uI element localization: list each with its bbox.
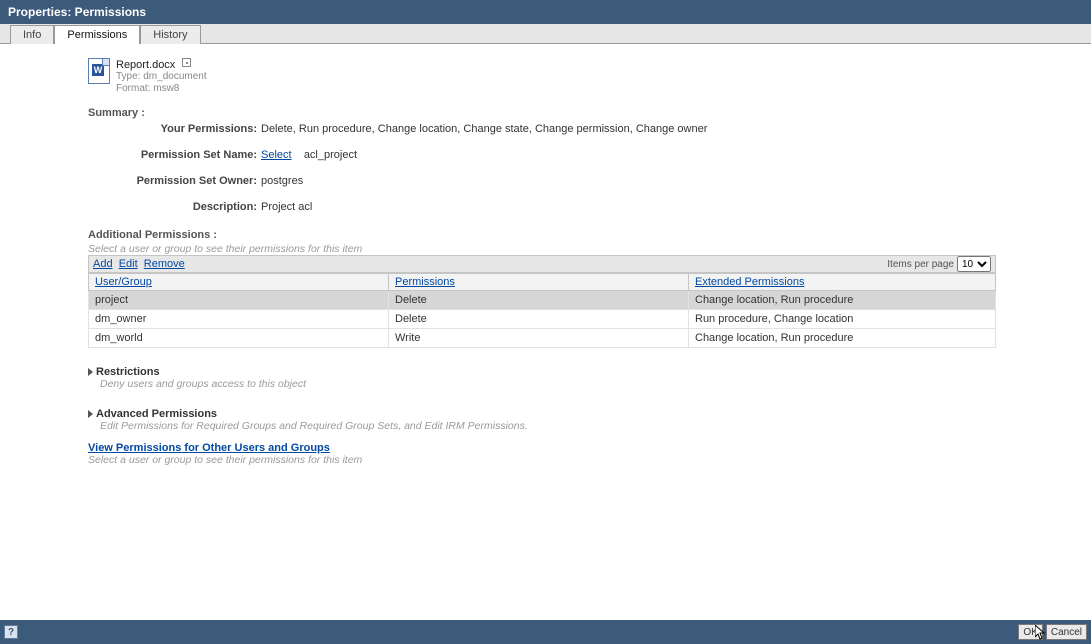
file-name: Report.docx bbox=[116, 59, 175, 71]
bottom-bar: ? OK Cancel bbox=[0, 620, 1091, 644]
cell-user: dm_owner bbox=[89, 310, 389, 329]
add-link[interactable]: Add bbox=[93, 258, 113, 270]
perm-set-name-label: Permission Set Name: bbox=[88, 149, 261, 161]
items-per-page-select[interactable]: 10 bbox=[957, 256, 991, 272]
chevron-right-icon bbox=[88, 368, 93, 376]
tab-history[interactable]: History bbox=[140, 25, 200, 44]
col-permissions[interactable]: Permissions bbox=[395, 276, 455, 288]
perm-set-name-value: acl_project bbox=[304, 149, 357, 161]
restrictions-heading: Restrictions bbox=[96, 366, 160, 378]
desc-value: Project acl bbox=[261, 201, 312, 213]
col-extended[interactable]: Extended Permissions bbox=[695, 276, 804, 288]
window-title: Properties: Permissions bbox=[0, 0, 1091, 24]
cell-perm: Delete bbox=[389, 291, 689, 310]
file-format-label: Format: bbox=[116, 83, 150, 94]
select-perm-set-link[interactable]: Select bbox=[261, 149, 292, 161]
cell-perm: Delete bbox=[389, 310, 689, 329]
cell-user: project bbox=[89, 291, 389, 310]
perm-set-owner-value: postgres bbox=[261, 175, 303, 187]
help-button[interactable]: ? bbox=[4, 625, 18, 639]
chevron-right-icon bbox=[88, 410, 93, 418]
remove-link[interactable]: Remove bbox=[144, 258, 185, 270]
perm-set-owner-label: Permission Set Owner: bbox=[88, 175, 261, 187]
file-type-label: Type: bbox=[116, 71, 140, 82]
cell-user: dm_world bbox=[89, 329, 389, 348]
file-header: Report.docx Type: dm_document Format: ms… bbox=[88, 58, 1091, 95]
advanced-perm-heading: Advanced Permissions bbox=[96, 408, 217, 420]
table-row[interactable]: dm_owner Delete Run procedure, Change lo… bbox=[89, 310, 996, 329]
summary-heading: Summary : bbox=[88, 107, 1091, 119]
word-doc-icon bbox=[88, 58, 110, 84]
your-permissions-label: Your Permissions: bbox=[88, 123, 261, 135]
cell-perm: Write bbox=[389, 329, 689, 348]
cell-ext: Change location, Run procedure bbox=[689, 329, 996, 348]
additional-perm-hint: Select a user or group to see their perm… bbox=[88, 243, 1091, 255]
file-format-value: msw8 bbox=[153, 83, 179, 94]
view-others-hint: Select a user or group to see their perm… bbox=[88, 454, 1091, 466]
advanced-perm-hint: Edit Permissions for Required Groups and… bbox=[100, 420, 1091, 432]
restrictions-expander[interactable]: Restrictions bbox=[88, 366, 1091, 378]
ok-button[interactable]: OK bbox=[1018, 624, 1042, 640]
content-area: Report.docx Type: dm_document Format: ms… bbox=[0, 44, 1091, 466]
advanced-perm-expander[interactable]: Advanced Permissions bbox=[88, 408, 1091, 420]
cancel-button[interactable]: Cancel bbox=[1046, 624, 1087, 640]
perm-toolbar: Add Edit Remove Items per page 10 bbox=[88, 255, 996, 273]
restrictions-hint: Deny users and groups access to this obj… bbox=[100, 378, 1091, 390]
items-per-page-label: Items per page bbox=[887, 259, 954, 270]
additional-perm-heading: Additional Permissions : bbox=[88, 229, 1091, 241]
lock-icon bbox=[182, 58, 191, 67]
view-others-link[interactable]: View Permissions for Other Users and Gro… bbox=[88, 442, 330, 454]
table-row[interactable]: dm_world Write Change location, Run proc… bbox=[89, 329, 996, 348]
col-user-group[interactable]: User/Group bbox=[95, 276, 152, 288]
table-row[interactable]: project Delete Change location, Run proc… bbox=[89, 291, 996, 310]
cell-ext: Run procedure, Change location bbox=[689, 310, 996, 329]
permissions-table: User/Group Permissions Extended Permissi… bbox=[88, 273, 996, 348]
tab-permissions[interactable]: Permissions bbox=[54, 25, 140, 44]
cell-ext: Change location, Run procedure bbox=[689, 291, 996, 310]
tab-info[interactable]: Info bbox=[10, 25, 54, 44]
file-type-value: dm_document bbox=[143, 71, 206, 82]
tab-strip: Info Permissions History bbox=[0, 24, 1091, 44]
desc-label: Description: bbox=[88, 201, 261, 213]
your-permissions-value: Delete, Run procedure, Change location, … bbox=[261, 123, 707, 135]
edit-link[interactable]: Edit bbox=[119, 258, 138, 270]
